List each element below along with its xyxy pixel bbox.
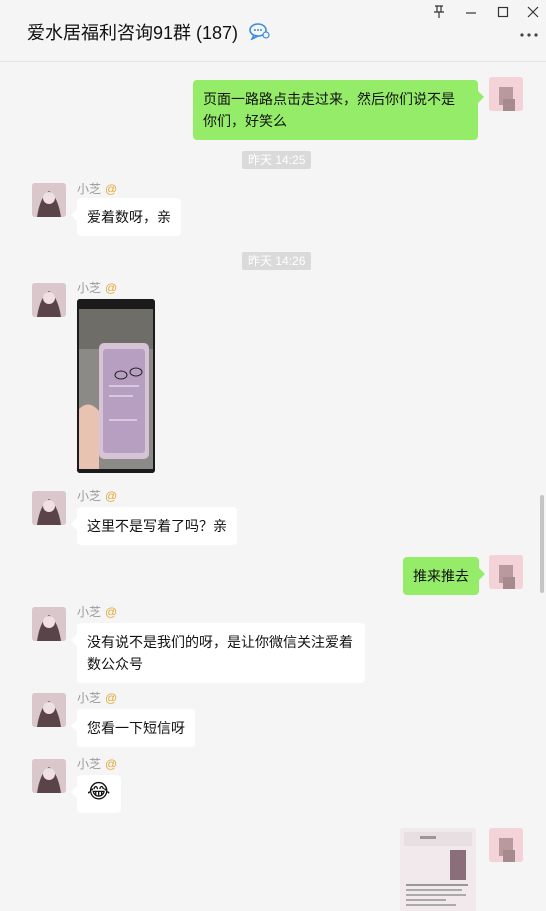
- sender-name-text: 小芝: [77, 605, 102, 619]
- my-avatar[interactable]: [489, 828, 523, 862]
- outgoing-message-bubble[interactable]: 推来推去: [403, 557, 485, 595]
- pin-icon[interactable]: [429, 4, 449, 20]
- sender-name: 小芝 @: [77, 755, 117, 772]
- minimize-icon[interactable]: [461, 4, 481, 20]
- sender-name-text: 小芝: [77, 757, 102, 771]
- sender-avatar[interactable]: [32, 759, 66, 793]
- mention-icon[interactable]: @: [105, 757, 117, 771]
- emoji-message-bubble[interactable]: 😂: [71, 775, 121, 813]
- sender-avatar[interactable]: [32, 283, 66, 317]
- my-avatar[interactable]: [489, 555, 523, 589]
- message-text: 爱着数呀，亲: [87, 209, 171, 225]
- sender-name-text: 小芝: [77, 281, 102, 295]
- laughing-emoji-icon: 😂: [87, 781, 111, 803]
- message-text: 没有说不是我们的呀，是让你微信关注爱着数公众号: [87, 634, 353, 672]
- sender-avatar[interactable]: [32, 491, 66, 525]
- more-icon[interactable]: [518, 28, 540, 42]
- message-text: 这里不是写着了吗？亲: [87, 518, 227, 534]
- sms-screenshot-photo[interactable]: [400, 828, 476, 911]
- sender-name: 小芝 @: [77, 603, 117, 620]
- close-icon[interactable]: [523, 4, 543, 20]
- chat-title: 爱水居福利咨询91群 (187): [27, 23, 239, 43]
- timestamp: 昨天 14:26: [242, 252, 312, 270]
- message-text: 您看一下短信呀: [87, 720, 185, 736]
- timestamp: 昨天 14:25: [242, 151, 312, 169]
- my-avatar[interactable]: [489, 77, 523, 111]
- sender-name-text: 小芝: [77, 182, 102, 196]
- outgoing-message-bubble[interactable]: 页面一路路点击走过来，然后你们说不是你们，好笑么: [193, 80, 484, 140]
- incoming-message-bubble[interactable]: 您看一下短信呀: [71, 709, 195, 747]
- sender-name: 小芝 @: [77, 279, 117, 296]
- sender-name: 小芝 @: [77, 689, 117, 706]
- sender-avatar[interactable]: [32, 693, 66, 727]
- incoming-message-bubble[interactable]: 没有说不是我们的呀，是让你微信关注爱着数公众号: [71, 623, 365, 683]
- chat-window: 爱水居福利咨询91群 (187) 页面一路路点击走过来，然后你们说不是你们，好笑…: [0, 0, 546, 911]
- mention-icon[interactable]: @: [105, 605, 117, 619]
- sender-avatar[interactable]: [32, 607, 66, 641]
- title-bar: 爱水居福利咨询91群 (187): [0, 0, 546, 62]
- sender-name-text: 小芝: [77, 489, 102, 503]
- incoming-message-bubble[interactable]: 爱着数呀，亲: [71, 198, 181, 236]
- message-text: 页面一路路点击走过来，然后你们说不是你们，好笑么: [203, 91, 455, 129]
- mention-icon[interactable]: @: [105, 691, 117, 705]
- sender-name: 小芝 @: [77, 180, 117, 197]
- scrollbar[interactable]: [540, 495, 544, 593]
- message-text: 推来推去: [413, 568, 469, 584]
- mention-icon[interactable]: @: [105, 182, 117, 196]
- mention-icon[interactable]: @: [105, 281, 117, 295]
- mention-icon[interactable]: @: [105, 489, 117, 503]
- sender-avatar[interactable]: [32, 183, 66, 217]
- sender-name-text: 小芝: [77, 691, 102, 705]
- group-chat-icon[interactable]: [248, 22, 270, 40]
- message-list[interactable]: 页面一路路点击走过来，然后你们说不是你们，好笑么 昨天 14:25 小芝 @ 爱着…: [0, 63, 546, 911]
- maximize-icon[interactable]: [493, 4, 513, 20]
- incoming-message-bubble[interactable]: 这里不是写着了吗？亲: [71, 507, 237, 545]
- phone-screenshot-photo[interactable]: [77, 299, 155, 473]
- sender-name: 小芝 @: [77, 487, 117, 504]
